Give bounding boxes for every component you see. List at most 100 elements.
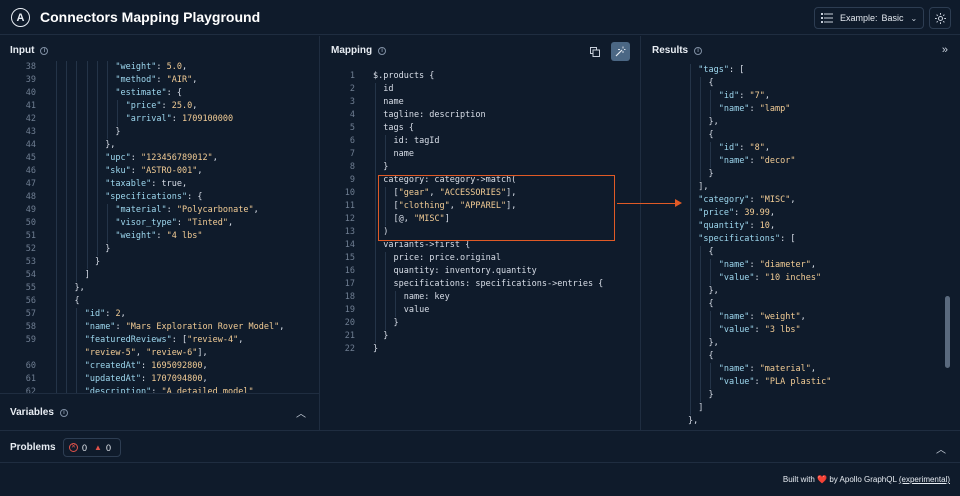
indent-guide [56, 100, 57, 113]
example-value: Basic [881, 13, 904, 23]
code-token: "price" [698, 208, 735, 218]
code-token: "name" [718, 156, 750, 166]
code-token: , [429, 188, 440, 198]
info-icon[interactable]: i [694, 46, 703, 55]
indent-guide [375, 148, 376, 161]
problems-bar[interactable]: Problems ✕ 0 ▲ 0 ︿ [0, 430, 960, 463]
code-token: , [764, 143, 770, 153]
code-line: } [642, 168, 948, 181]
chevron-up-icon[interactable]: ︿ [936, 441, 946, 456]
code-line: }, [642, 337, 948, 350]
code-token: "value" [718, 325, 755, 335]
indent-guide [375, 109, 376, 122]
copy-button[interactable] [585, 42, 604, 61]
indent-guide [375, 291, 376, 304]
indent-guide [76, 217, 78, 230]
code-token: } [94, 257, 101, 267]
indent-guide [66, 178, 68, 191]
info-icon[interactable]: i [40, 46, 49, 55]
experimental-link[interactable]: (experimental) [899, 475, 950, 484]
code-token: }, [688, 416, 699, 426]
indent-guide [690, 389, 691, 402]
indent-guide [66, 74, 68, 87]
code-token: { [708, 351, 714, 361]
code-token: ], [197, 348, 208, 358]
indent-guide [700, 363, 702, 376]
results-scrollbar[interactable] [945, 296, 950, 368]
code-line: 53 } [0, 256, 320, 269]
code-token: "review-6" [146, 348, 198, 358]
indent-guide [385, 200, 387, 213]
code-token: ], [698, 182, 709, 192]
code-token: "material" [115, 205, 167, 215]
code-line: 56 { [0, 295, 320, 308]
variables-title: Variables [10, 407, 54, 418]
mapping-editor[interactable]: 1 $.products {2 id 3 name 4 tagline: descri… [321, 70, 641, 356]
code-token: "APPAREL" [460, 201, 507, 211]
indent-guide [700, 311, 702, 324]
code-token: variants->first { [383, 240, 471, 250]
code-token: 39.99 [744, 208, 770, 218]
indent-guide [76, 165, 78, 178]
footer-prefix: Built with [782, 475, 815, 484]
code-token: id: tagId [393, 136, 440, 146]
copy-icon [589, 46, 600, 57]
code-token: } [105, 244, 111, 254]
indent-guide [66, 373, 68, 386]
results-panel-header: Results i [652, 45, 703, 56]
code-token: , [181, 62, 188, 72]
line-number: 18 [344, 292, 355, 302]
code-token: quantity: inventory.quantity [393, 266, 537, 276]
info-icon[interactable]: i [378, 46, 387, 55]
indent-guide [690, 246, 691, 259]
code-token: "name" [84, 322, 116, 332]
indent-guide [375, 252, 376, 265]
indent-guide [86, 152, 88, 165]
code-token: "clothing" [398, 201, 450, 211]
indent-guide [96, 243, 98, 256]
code-token: , [192, 75, 198, 85]
indent-guide [96, 165, 98, 178]
indent-guide [56, 373, 57, 386]
indent-guide [690, 194, 691, 207]
theme-toggle-button[interactable] [929, 7, 951, 29]
collapse-panel-icon[interactable]: » [942, 44, 948, 56]
example-select[interactable]: Example: Basic ⌄ [814, 7, 924, 29]
chevron-up-icon[interactable]: ︿ [296, 405, 306, 420]
indent-guide [66, 113, 68, 126]
indent-guide [76, 334, 78, 347]
code-token: "8" [749, 143, 765, 153]
indent-guide [107, 204, 108, 217]
code-token: : [749, 104, 760, 114]
mapping-panel-header: Mapping i [331, 45, 387, 56]
code-line: 62 "description": "A detailed model" [0, 386, 320, 393]
input-editor[interactable]: 38 "weight": 5.0, 39 "method": "AIR", 40 "… [0, 61, 320, 393]
code-token: , [790, 195, 796, 205]
line-number: 2 [349, 84, 355, 94]
line-number: 62 [25, 387, 36, 393]
indent-guide [76, 87, 78, 100]
line-number: 10 [344, 188, 355, 198]
line-number: 14 [344, 240, 355, 250]
error-icon: ✕ [69, 443, 78, 452]
code-token: : [ [780, 234, 796, 244]
indent-guide [86, 100, 88, 113]
indent-guide [107, 87, 108, 100]
line-number: 17 [344, 279, 355, 289]
code-token: : [754, 273, 765, 283]
code-token: ] [84, 270, 90, 280]
indent-guide [385, 252, 387, 265]
info-icon[interactable]: i [59, 408, 68, 417]
code-token: } [373, 344, 379, 354]
indent-guide [700, 90, 702, 103]
variables-bar[interactable]: Variables i ︿ [0, 393, 320, 430]
line-number: 1 [349, 71, 355, 81]
code-line: }, [642, 116, 948, 129]
code-line: }, [642, 415, 948, 428]
indent-guide [700, 389, 702, 402]
indent-guide [76, 347, 78, 360]
code-line: 57 "id": 2, [0, 308, 320, 321]
problems-count-badge[interactable]: ✕ 0 ▲ 0 [63, 438, 121, 457]
apollo-logo-icon: A [11, 8, 30, 27]
format-button[interactable] [611, 42, 630, 61]
